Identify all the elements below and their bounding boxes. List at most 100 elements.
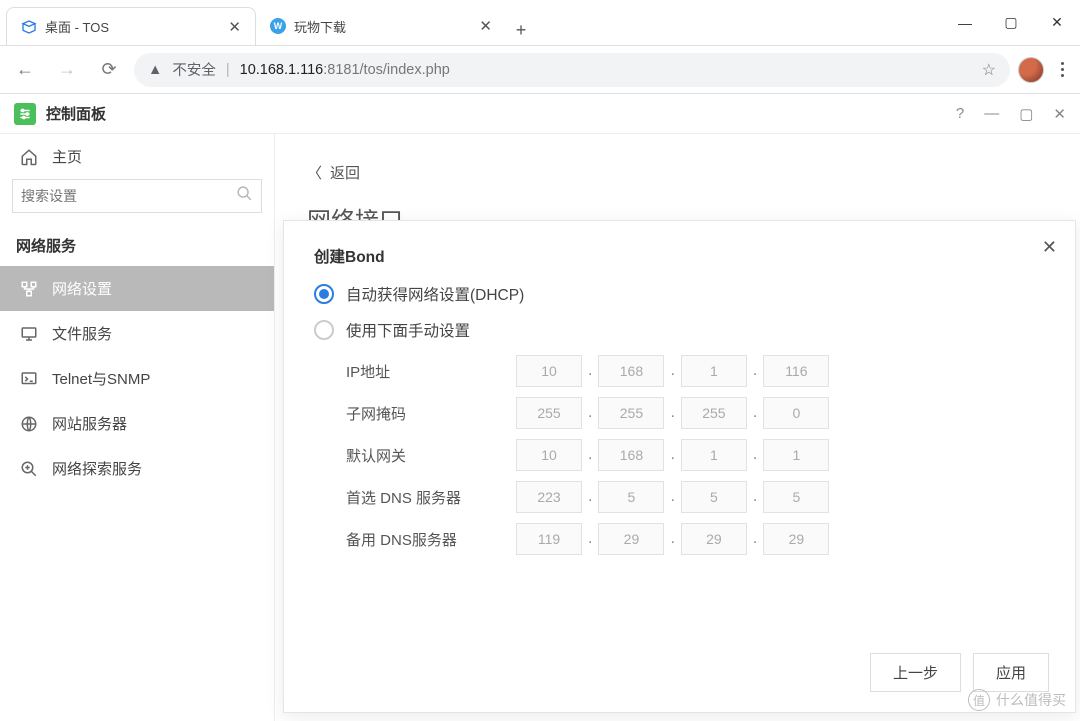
ip-octet-4[interactable] — [763, 355, 829, 387]
gw-octet-2[interactable] — [598, 439, 664, 471]
back-link[interactable]: 〈 返回 — [307, 162, 1048, 183]
insecure-icon: ▲ — [148, 62, 162, 78]
field-label-dns2: 备用 DNS服务器 — [346, 529, 516, 550]
search-input[interactable] — [21, 188, 236, 204]
sidebar-item-label: 主页 — [52, 146, 82, 167]
app-bar: 控制面板 ? — ▢ ✕ — [0, 94, 1080, 134]
browser-titlebar: 桌面 - TOS ✕ W 玩物下载 ✕ + — ▢ ✕ — [0, 0, 1080, 46]
ip-octet-3[interactable] — [681, 355, 747, 387]
avatar[interactable] — [1018, 57, 1044, 83]
manual-form: IP地址 . . . 子网掩码 . . . — [346, 355, 1045, 555]
sidebar-home[interactable]: 主页 — [0, 134, 274, 179]
url-input[interactable]: ▲ 不安全 | 10.168.1.116:8181/tos/index.php … — [134, 53, 1010, 87]
sidebar-item-web-server[interactable]: 网站服务器 — [0, 401, 274, 446]
radio-selected-icon — [314, 284, 334, 304]
url-path: /tos/index.php — [360, 62, 450, 78]
close-button[interactable]: ✕ — [1034, 0, 1080, 46]
close-icon[interactable]: ✕ — [228, 18, 241, 36]
modal-title: 创建Bond — [314, 245, 1045, 267]
mask-octet-3[interactable] — [681, 397, 747, 429]
close-icon[interactable]: ✕ — [1042, 237, 1057, 258]
watermark-text: 什么值得买 — [996, 690, 1066, 710]
browser-tab-active[interactable]: 桌面 - TOS ✕ — [6, 7, 256, 45]
maximize-button[interactable]: ▢ — [988, 0, 1034, 46]
forward-icon[interactable]: → — [50, 53, 84, 87]
sidebar: 主页 网络服务 网络设置 文件服务 Telnet与SNMP 网站服务器 网络探索… — [0, 134, 275, 721]
gw-octet-4[interactable] — [763, 439, 829, 471]
sidebar-item-label: 网络设置 — [52, 278, 112, 299]
close-icon[interactable]: ✕ — [479, 17, 492, 35]
content-area: 〈 返回 网络接口 创建Bond ✕ 自动获得网络设置(DHCP) 使用下面手动… — [275, 134, 1080, 721]
watermark-icon: 值 — [968, 689, 990, 711]
new-tab-button[interactable]: + — [506, 20, 536, 41]
app-minimize-button[interactable]: — — [984, 105, 999, 123]
sliders-icon — [14, 103, 36, 125]
mask-octet-1[interactable] — [516, 397, 582, 429]
url-port: :8181 — [323, 62, 359, 78]
radio-dhcp[interactable]: 自动获得网络设置(DHCP) — [314, 283, 1045, 305]
dns1-octet-2[interactable] — [598, 481, 664, 513]
window-controls: — ▢ ✕ — [942, 0, 1080, 45]
sidebar-item-discovery[interactable]: 网络探索服务 — [0, 446, 274, 491]
globe-icon — [20, 415, 40, 433]
monitor-icon — [20, 325, 40, 343]
minimize-button[interactable]: — — [942, 0, 988, 46]
cube-icon — [21, 19, 37, 35]
app-close-button[interactable]: ✕ — [1053, 105, 1066, 123]
sidebar-item-label: 网络探索服务 — [52, 458, 142, 479]
radio-label: 使用下面手动设置 — [346, 319, 470, 341]
sidebar-group-label: 网络服务 — [0, 221, 274, 266]
sidebar-item-label: 网站服务器 — [52, 413, 127, 434]
dns2-octet-1[interactable] — [516, 523, 582, 555]
sidebar-item-file-service[interactable]: 文件服务 — [0, 311, 274, 356]
reload-icon[interactable]: ⟳ — [92, 53, 126, 87]
ip-octet-1[interactable] — [516, 355, 582, 387]
sidebar-item-label: Telnet与SNMP — [52, 368, 150, 389]
terminal-icon — [20, 370, 40, 388]
back-icon[interactable]: ← — [8, 53, 42, 87]
help-icon[interactable]: ? — [956, 105, 964, 123]
sidebar-search[interactable] — [12, 179, 262, 213]
browser-tab[interactable]: W 玩物下载 ✕ — [256, 7, 506, 45]
sidebar-item-telnet-snmp[interactable]: Telnet与SNMP — [0, 356, 274, 401]
chevron-left-icon: 〈 — [307, 162, 322, 183]
menu-icon[interactable] — [1052, 62, 1072, 77]
dns2-octet-4[interactable] — [763, 523, 829, 555]
home-icon — [20, 148, 40, 166]
prev-button[interactable]: 上一步 — [870, 653, 961, 692]
gw-octet-1[interactable] — [516, 439, 582, 471]
field-label-dns1: 首选 DNS 服务器 — [346, 487, 516, 508]
dns1-octet-1[interactable] — [516, 481, 582, 513]
gw-octet-3[interactable] — [681, 439, 747, 471]
create-bond-modal: 创建Bond ✕ 自动获得网络设置(DHCP) 使用下面手动设置 IP地址 . … — [283, 220, 1076, 713]
tab-title: 玩物下载 — [294, 17, 346, 36]
magnify-icon — [20, 460, 40, 478]
field-label-gateway: 默认网关 — [346, 445, 516, 466]
field-label-ip: IP地址 — [346, 361, 516, 382]
search-icon — [236, 185, 253, 207]
radio-manual[interactable]: 使用下面手动设置 — [314, 319, 1045, 341]
radio-unselected-icon — [314, 320, 334, 340]
url-host: 10.168.1.116 — [240, 62, 324, 78]
radio-label: 自动获得网络设置(DHCP) — [346, 283, 524, 305]
sidebar-item-network-settings[interactable]: 网络设置 — [0, 266, 274, 311]
app-body: 主页 网络服务 网络设置 文件服务 Telnet与SNMP 网站服务器 网络探索… — [0, 134, 1080, 721]
mask-octet-2[interactable] — [598, 397, 664, 429]
dns1-octet-3[interactable] — [681, 481, 747, 513]
mask-octet-4[interactable] — [763, 397, 829, 429]
star-icon[interactable]: ☆ — [982, 60, 996, 80]
browser-tabs: 桌面 - TOS ✕ W 玩物下载 ✕ + — [0, 0, 942, 45]
sidebar-item-label: 文件服务 — [52, 323, 112, 344]
dns2-octet-2[interactable] — [598, 523, 664, 555]
apply-button[interactable]: 应用 — [973, 653, 1049, 692]
watermark: 值 什么值得买 — [968, 689, 1066, 711]
back-label: 返回 — [330, 162, 360, 183]
dns1-octet-4[interactable] — [763, 481, 829, 513]
ip-octet-2[interactable] — [598, 355, 664, 387]
insecure-label: 不安全 — [172, 59, 216, 80]
app-title: 控制面板 — [46, 103, 106, 124]
app-maximize-button[interactable]: ▢ — [1019, 105, 1033, 123]
dns2-octet-3[interactable] — [681, 523, 747, 555]
address-bar: ← → ⟳ ▲ 不安全 | 10.168.1.116:8181/tos/inde… — [0, 46, 1080, 94]
network-icon — [20, 280, 40, 298]
